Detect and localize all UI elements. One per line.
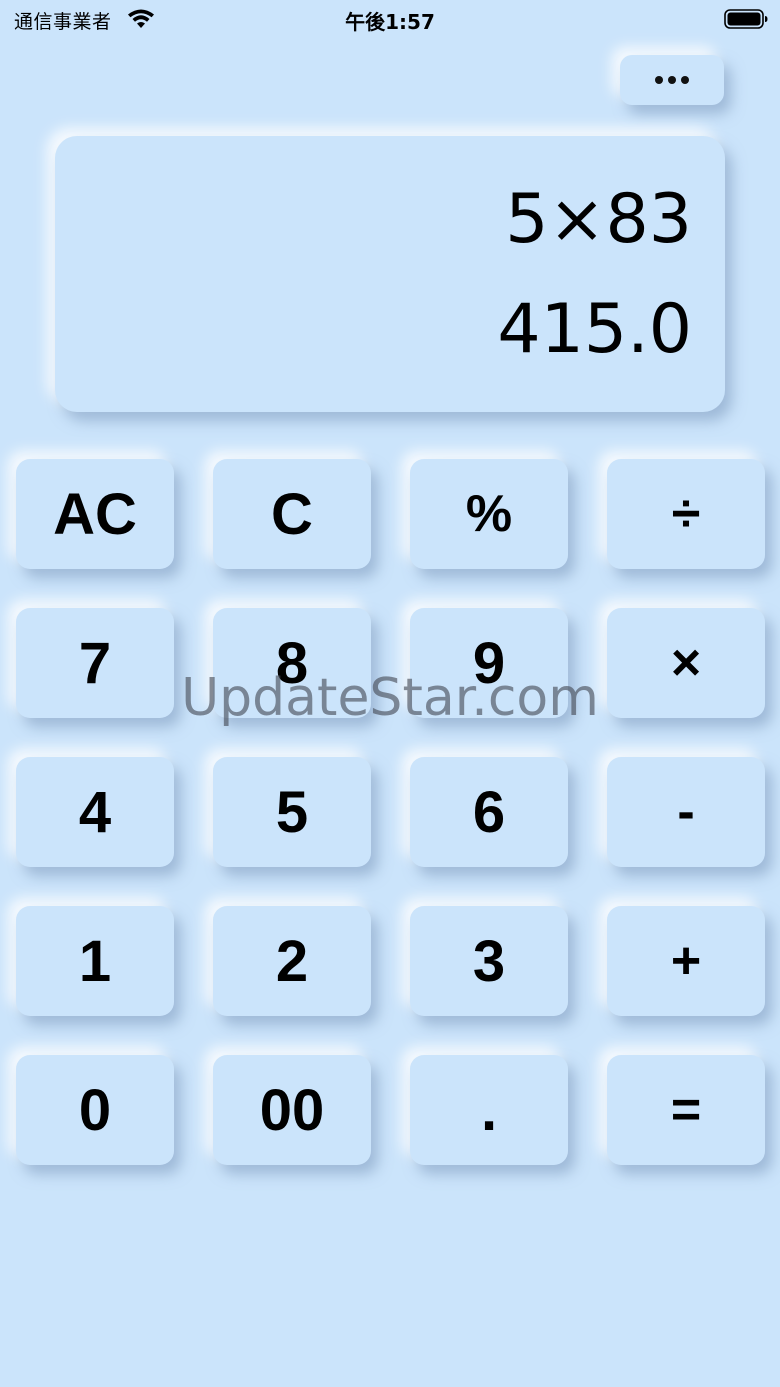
key-5[interactable]: 5: [213, 757, 371, 867]
calculator-display: 5×83 415.0: [55, 136, 725, 412]
key-8[interactable]: 8: [213, 608, 371, 718]
key-7[interactable]: 7: [16, 608, 174, 718]
status-bar: 通信事業者 午後1:57: [0, 0, 780, 40]
more-horizontal-icon: [655, 76, 689, 84]
key-subtract[interactable]: -: [607, 757, 765, 867]
key-2[interactable]: 2: [213, 906, 371, 1016]
more-menu-button[interactable]: [620, 55, 724, 105]
key-decimal[interactable]: .: [410, 1055, 568, 1165]
key-9[interactable]: 9: [410, 608, 568, 718]
key-3[interactable]: 3: [410, 906, 568, 1016]
key-double-zero[interactable]: 00: [213, 1055, 371, 1165]
key-divide[interactable]: ÷: [607, 459, 765, 569]
key-6[interactable]: 6: [410, 757, 568, 867]
key-add[interactable]: +: [607, 906, 765, 1016]
battery-icon: [724, 9, 768, 29]
status-time: 午後1:57: [345, 10, 435, 34]
key-1[interactable]: 1: [16, 906, 174, 1016]
expression-text: 5×83: [505, 180, 692, 259]
key-equals[interactable]: =: [607, 1055, 765, 1165]
key-percent[interactable]: %: [410, 459, 568, 569]
key-0[interactable]: 0: [16, 1055, 174, 1165]
result-text: 415.0: [497, 290, 692, 369]
key-all-clear[interactable]: AC: [16, 459, 174, 569]
key-4[interactable]: 4: [16, 757, 174, 867]
key-clear[interactable]: C: [213, 459, 371, 569]
key-multiply[interactable]: ×: [607, 608, 765, 718]
